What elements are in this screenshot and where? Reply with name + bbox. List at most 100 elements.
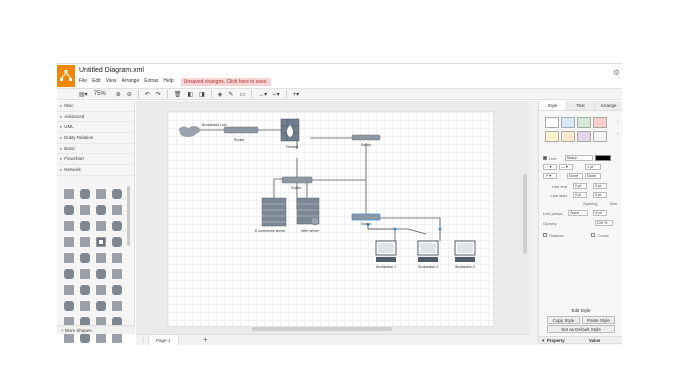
network-shape[interactable] xyxy=(96,253,106,263)
redo-icon[interactable]: ↷ xyxy=(156,91,161,98)
line-pattern-select[interactable]: - - ▾ xyxy=(543,164,557,170)
network-shape[interactable] xyxy=(96,189,106,199)
line-width-field[interactable]: 1 pt xyxy=(585,164,601,170)
network-shape[interactable] xyxy=(64,189,74,199)
line-end-spacing-field[interactable]: 0 pt xyxy=(573,183,587,189)
gear-icon[interactable]: ⚙ xyxy=(613,68,620,77)
line-start-spacing-field[interactable]: 0 pt xyxy=(573,192,587,198)
property-header-arrow-icon[interactable]: ▾ xyxy=(542,337,544,344)
canvas-vertical-scrollbar[interactable] xyxy=(523,174,527,254)
network-shape[interactable] xyxy=(96,205,106,215)
category-advanced[interactable]: Advanced xyxy=(57,112,134,123)
swatch-green[interactable] xyxy=(577,117,591,128)
network-shape[interactable] xyxy=(64,253,74,263)
network-shape[interactable] xyxy=(96,301,106,311)
switch-mid-node[interactable] xyxy=(281,176,313,184)
network-shape[interactable] xyxy=(112,221,122,231)
network-shape[interactable] xyxy=(80,221,90,231)
network-shape[interactable] xyxy=(80,301,90,311)
web-server-node[interactable] xyxy=(296,197,320,226)
swatch-purple[interactable] xyxy=(577,131,591,142)
network-shape[interactable] xyxy=(80,189,90,199)
sidebar-scrollbar[interactable] xyxy=(127,186,130,246)
more-shapes-button[interactable]: + More Shapes xyxy=(57,325,135,334)
to-front-icon[interactable]: ◧ xyxy=(187,91,193,98)
switch-top-node[interactable] xyxy=(351,134,381,141)
menu-help[interactable]: Help xyxy=(163,78,173,87)
unsaved-changes-notice[interactable]: Unsaved changes. Click here to save. xyxy=(180,78,271,86)
cloud-node[interactable] xyxy=(179,126,200,137)
menu-arrange[interactable]: Arrange xyxy=(121,78,139,87)
line-color-swatch[interactable] xyxy=(594,155,611,161)
undo-icon[interactable]: ↶ xyxy=(145,91,150,98)
line-start-size-field[interactable]: 0 pt xyxy=(593,192,607,198)
network-shape[interactable] xyxy=(112,285,122,295)
pages-menu-icon[interactable]: ⋮ xyxy=(140,337,146,344)
network-shape[interactable] xyxy=(80,237,90,247)
line-waypoints-select[interactable]: — ▾ xyxy=(559,164,573,170)
delete-icon[interactable]: 🗑 xyxy=(174,91,182,98)
insert-icon[interactable]: +▾ xyxy=(293,91,300,98)
tab-arrange[interactable]: Arrange xyxy=(594,101,622,110)
page-tab[interactable]: Page-1 xyxy=(148,335,179,345)
category-entity-relation[interactable]: Entity Relation xyxy=(57,133,134,144)
line-color-icon[interactable]: ✎ xyxy=(228,91,233,98)
swatch-yellow[interactable] xyxy=(545,131,559,142)
line-end-marker-select[interactable]: None xyxy=(585,173,601,179)
category-flowchart[interactable]: Flowchart xyxy=(57,154,134,166)
network-shape[interactable] xyxy=(64,301,74,311)
network-shape[interactable] xyxy=(112,253,122,263)
add-page-icon[interactable]: + xyxy=(203,335,208,344)
shadow-checkbox[interactable] xyxy=(543,233,547,237)
shadow-icon[interactable]: ▭ xyxy=(239,91,245,98)
category-uml[interactable]: UML xyxy=(57,122,134,134)
to-back-icon[interactable]: ◨ xyxy=(199,91,205,98)
canvas-horizontal-scrollbar[interactable] xyxy=(252,327,392,331)
connection-icon[interactable]: →▾ xyxy=(258,91,267,98)
line-style-select[interactable]: Sharp xyxy=(564,155,593,161)
network-shape[interactable] xyxy=(64,205,74,215)
swatch-red[interactable] xyxy=(593,117,607,128)
edit-style-button[interactable]: Edit Style xyxy=(547,307,615,315)
network-shape[interactable] xyxy=(80,205,90,215)
category-network[interactable]: Network xyxy=(57,165,134,176)
menu-file[interactable]: File xyxy=(79,78,87,87)
zoom-out-icon[interactable]: ⊖ xyxy=(127,91,132,98)
category-basic[interactable]: Basic xyxy=(57,144,134,155)
line-jumps-select[interactable]: None xyxy=(568,210,589,216)
page-view-icon[interactable]: ▤▾ xyxy=(79,91,88,98)
network-shape[interactable] xyxy=(112,237,122,247)
network-shape[interactable] xyxy=(64,237,74,247)
network-shape[interactable] xyxy=(112,189,122,199)
workstation-3-node[interactable] xyxy=(454,240,476,262)
zoom-in-icon[interactable]: ⊕ xyxy=(116,91,121,98)
fill-color-icon[interactable]: ◈ xyxy=(218,91,223,98)
network-shape[interactable] xyxy=(112,333,122,343)
line-end-size-field[interactable]: 0 pt xyxy=(593,183,607,189)
swatch-gray[interactable] xyxy=(593,131,607,142)
set-default-style-button[interactable]: Set as Default Style xyxy=(547,325,615,333)
network-shape[interactable] xyxy=(96,285,106,295)
swatch-white[interactable] xyxy=(545,117,559,128)
workstation-1-node[interactable] xyxy=(375,240,397,262)
workstation-2-node[interactable] xyxy=(417,240,439,262)
network-shape[interactable] xyxy=(64,221,74,231)
connector-style-select[interactable]: ↗ ▾ xyxy=(543,173,557,179)
category-misc[interactable]: Misc xyxy=(57,101,134,112)
network-shape[interactable] xyxy=(112,301,122,311)
line-start-marker-select[interactable]: None xyxy=(567,173,583,179)
router-node[interactable] xyxy=(223,126,259,134)
copy-style-button[interactable]: Copy Style xyxy=(547,316,580,324)
network-shape[interactable] xyxy=(64,285,74,295)
network-shape[interactable] xyxy=(80,285,90,295)
network-shape[interactable] xyxy=(96,269,106,279)
swatch-orange[interactable] xyxy=(561,131,575,142)
document-title[interactable]: Untitled Diagram.xml xyxy=(79,67,144,74)
tab-text[interactable]: Text xyxy=(566,101,594,110)
swatch-blue[interactable] xyxy=(561,117,575,128)
comic-checkbox[interactable] xyxy=(591,233,596,237)
network-shape[interactable] xyxy=(96,221,106,231)
network-shape[interactable] xyxy=(64,269,74,279)
zoom-select[interactable]: 75% xyxy=(94,91,106,97)
paste-style-button[interactable]: Paste Style xyxy=(582,316,615,324)
